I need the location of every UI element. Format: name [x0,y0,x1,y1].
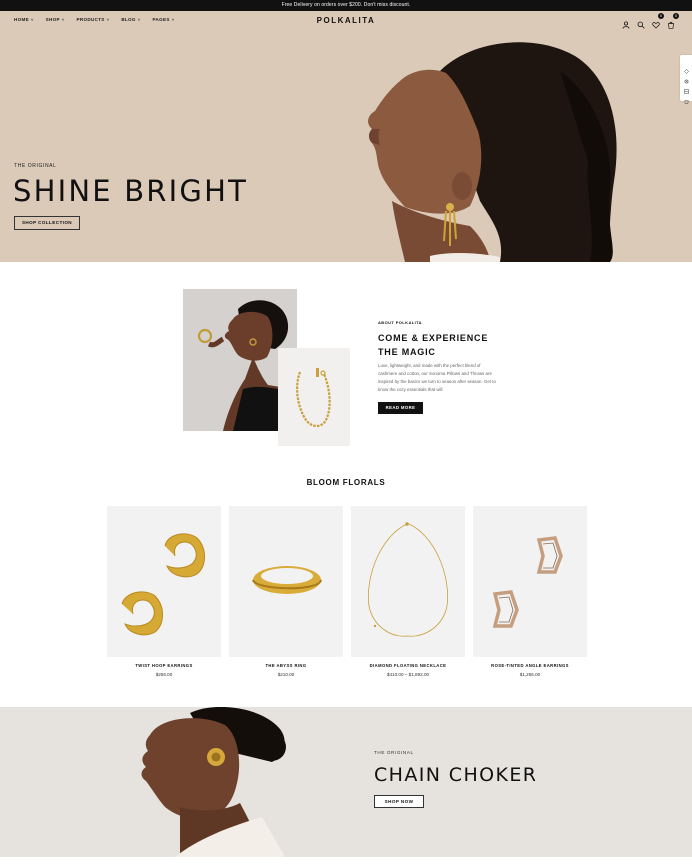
side-widget [680,55,692,104]
hero-title: SHINE BRIGHT [13,174,248,208]
header-icons: 0 0 [622,13,679,29]
product-price: $410.00 – $1,892.00 [386,672,430,677]
user-icon[interactable] [622,16,630,29]
product-card[interactable]: DIAMOND FLOATING NECKLACE $410.00 – $1,8… [351,506,465,677]
cart-icon[interactable] [684,91,689,104]
product-price: $256.00 [155,672,173,677]
chain-choker-banner [0,707,692,857]
wishlist-count-badge: 0 [658,13,664,19]
site-logo[interactable]: POLKALITA [0,16,692,25]
product-card[interactable]: TWIST HOOP EARRINGS $256.00 [107,506,221,677]
product-price: $210.00 [277,672,295,677]
product-name[interactable]: ROSE-TINTED ANGLE EARRINGS [473,663,587,668]
chain-necklace-image [278,348,350,446]
collection-title: BLOOM FLORALS [306,478,386,487]
about-title: COME & EXPERIENCE THE MAGIC [378,331,508,359]
banner-eyebrow: THE ORIGINAL [374,750,414,755]
hero-section [0,11,692,262]
about-eyebrow: ABOUT POLKALITA [378,320,422,325]
about-title-line: THE MAGIC [378,347,436,357]
site-header: HOME ˅ SHOP ˅ PRODUCTS ˅ BLOG ˅ PAGES ˅ POLKA… [0,11,692,31]
cart-count-badge: 0 [673,13,679,19]
about-title-line: COME & EXPERIENCE [378,333,489,343]
about-description: Luxe, lightweight, and made with the per… [378,363,496,392]
product-image-twist-hoops[interactable] [107,506,221,657]
banner-model-image [141,707,286,857]
read-more-button[interactable]: READ MORE [378,402,423,414]
product-card[interactable]: ROSE-TINTED ANGLE EARRINGS $1,256.00 [473,506,587,677]
product-image-abyss-ring[interactable] [229,506,343,657]
theme-icon[interactable] [683,61,689,74]
settings-icon[interactable] [684,71,689,83]
product-name[interactable]: DIAMOND FLOATING NECKLACE [351,663,465,668]
hero-model-image [368,42,617,262]
shop-collection-button[interactable]: SHOP COLLECTION [14,216,80,230]
cart-icon[interactable]: 0 [667,13,679,29]
banner-title: CHAIN CHOKER [374,764,538,786]
search-icon[interactable] [637,16,645,29]
wishlist-icon[interactable]: 0 [652,13,664,29]
product-name[interactable]: TWIST HOOP EARRINGS [107,663,221,668]
product-card[interactable]: THE ABYSS RING $210.00 [229,506,343,677]
layout-icon[interactable] [683,81,689,94]
product-name[interactable]: THE ABYSS RING [229,663,343,668]
announcement-bar: Free Delivery on orders over $200. Don't… [0,0,692,11]
product-grid: TWIST HOOP EARRINGS $256.00 THE ABYSS RI… [107,506,587,677]
product-image-floating-necklace[interactable] [351,506,465,657]
hero-eyebrow: THE ORIGINAL [14,163,57,169]
product-price: $1,256.00 [519,672,541,677]
shop-now-button[interactable]: SHOP NOW [374,795,424,808]
product-image-angle-earrings[interactable] [473,506,587,657]
